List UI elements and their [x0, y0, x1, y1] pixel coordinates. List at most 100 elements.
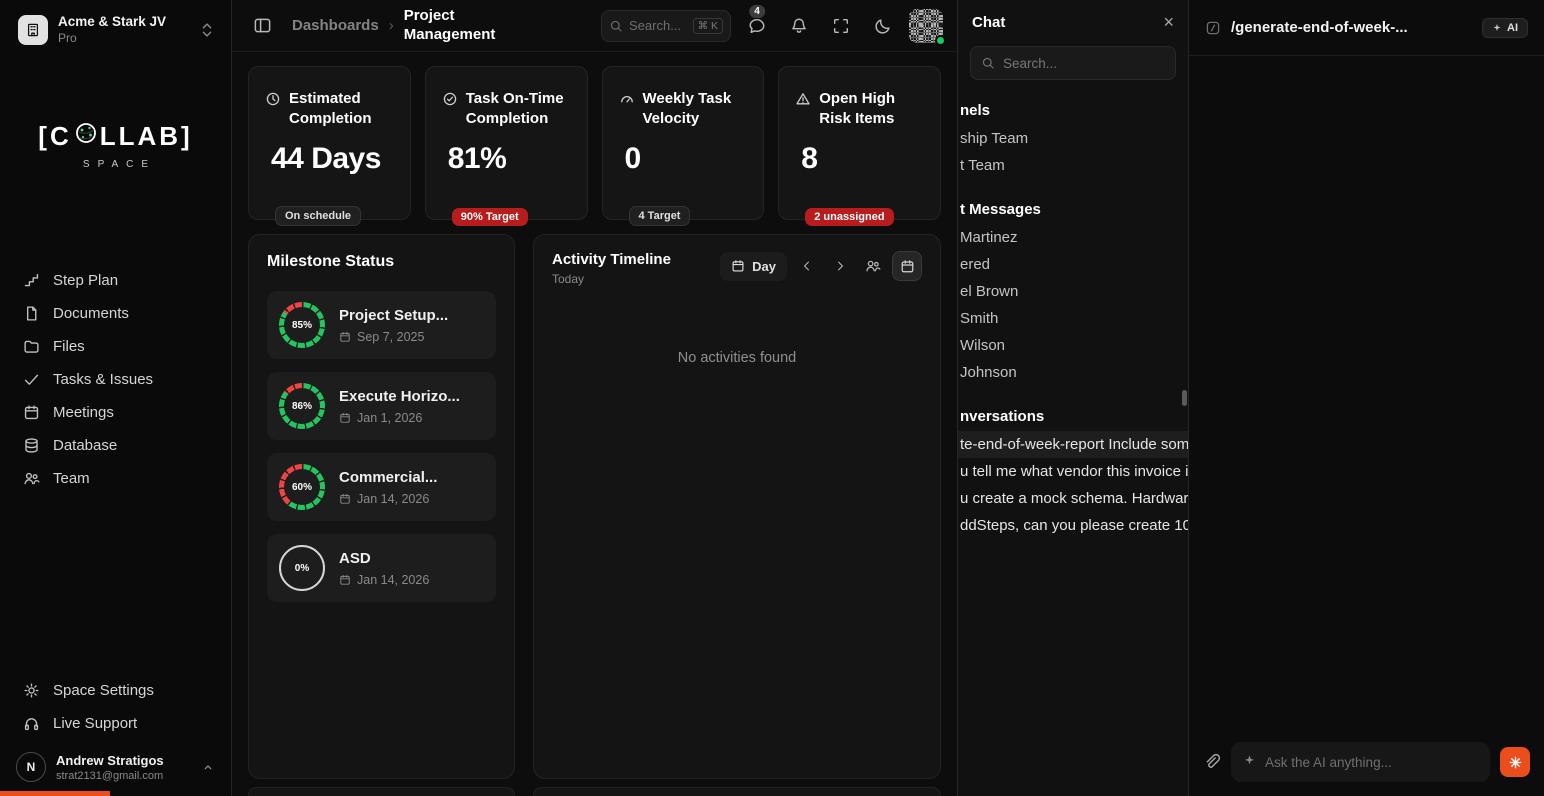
sidebar-footer: Space Settings Live Support N Andrew Str… — [0, 674, 231, 796]
chat-toggle-button[interactable]: 4 — [741, 10, 773, 42]
calendar-icon — [22, 404, 40, 421]
milestone-item[interactable]: 0% ASD Jan 14, 2026 — [267, 534, 496, 602]
range-day-button[interactable]: Day — [720, 252, 787, 281]
calendar-icon — [339, 331, 351, 343]
chat-dm-item[interactable]: ered — [958, 251, 1188, 278]
user-profile[interactable]: N Andrew Stratigos strat2131@gmail.com — [0, 740, 231, 796]
sidebar-item-label: Documents — [53, 305, 129, 322]
milestone-date: Sep 7, 2025 — [357, 330, 424, 344]
chat-dm-item[interactable]: el Brown — [958, 278, 1188, 305]
timeline-title: Activity Timeline — [552, 251, 671, 268]
workspace-switcher[interactable]: Acme & Stark JV Pro — [0, 0, 231, 55]
search-input[interactable] — [629, 18, 687, 33]
theme-toggle-button[interactable] — [867, 10, 899, 42]
progress-ring: 60% — [279, 464, 325, 510]
user-email: strat2131@gmail.com — [56, 770, 191, 782]
logo-subtitle: SPACE — [0, 159, 231, 170]
chat-dm-item[interactable]: Smith — [958, 305, 1188, 332]
chat-search[interactable] — [970, 46, 1176, 80]
status-badge: 4 Target — [629, 206, 691, 226]
stat-value: 8 — [795, 142, 924, 176]
folder-icon — [22, 338, 40, 355]
stat-card-estimated-completion: Estimated Completion 44 Days On schedule — [248, 66, 411, 220]
chat-section-header: nversations — [958, 402, 1188, 431]
user-avatar: N — [16, 752, 46, 782]
milestone-item[interactable]: 85% Project Setup... Sep 7, 2025 — [267, 291, 496, 359]
milestone-item[interactable]: 86% Execute Horizo... Jan 1, 2026 — [267, 372, 496, 440]
ai-prompt-input[interactable] — [1265, 755, 1478, 770]
sidebar: Acme & Stark JV Pro [C LLAB] SPACE Step … — [0, 0, 232, 796]
close-icon[interactable]: × — [1163, 13, 1174, 31]
sidebar-item-files[interactable]: Files — [0, 330, 231, 363]
chat-dm-item[interactable]: Martinez — [958, 224, 1188, 251]
breadcrumb-separator: › — [389, 17, 394, 34]
progress-ring: 86% — [279, 383, 325, 429]
sidebar-item-tasks-issues[interactable]: Tasks & Issues — [0, 363, 231, 396]
chat-list: nels ship Team t Team t Messages Martine… — [958, 90, 1188, 796]
chat-dm-item[interactable]: Johnson — [958, 359, 1188, 386]
sidebar-item-database[interactable]: Database — [0, 429, 231, 462]
chat-channel-item[interactable]: ship Team — [958, 125, 1188, 152]
sidebar-nav: Step Plan Documents Files Tasks & Issues… — [0, 264, 231, 495]
chat-channel-item[interactable]: t Team — [958, 152, 1188, 179]
app-root: Acme & Stark JV Pro [C LLAB] SPACE Step … — [0, 0, 1544, 796]
sidebar-item-meetings[interactable]: Meetings — [0, 396, 231, 429]
send-button[interactable] — [1500, 747, 1530, 777]
sidebar-item-label: Step Plan — [53, 272, 118, 289]
dashboard-content: Estimated Completion 44 Days On schedule… — [232, 52, 957, 796]
ai-input-field[interactable] — [1231, 742, 1490, 782]
panel-toggle-button[interactable] — [246, 10, 278, 42]
cutoff-card-right — [533, 787, 941, 796]
workspace-name: Acme & Stark JV — [58, 14, 191, 29]
progress-label: 60% — [284, 469, 320, 505]
milestone-name: ASD — [339, 550, 429, 567]
chat-conversation-item[interactable]: te-end-of-week-report Include some — [958, 431, 1188, 458]
fullscreen-button[interactable] — [825, 10, 857, 42]
timeline-subtitle: Today — [552, 272, 671, 286]
account-avatar[interactable] — [909, 9, 943, 43]
next-button[interactable] — [826, 253, 853, 280]
notifications-button[interactable] — [783, 10, 815, 42]
logo-left: [C — [38, 121, 71, 152]
chat-conversation-item[interactable]: u create a mock schema. Hardware as — [958, 485, 1188, 512]
milestone-item[interactable]: 60% Commercial... Jan 14, 2026 — [267, 453, 496, 521]
attendees-button[interactable] — [859, 253, 886, 280]
online-status-dot — [935, 35, 946, 46]
attachment-icon[interactable] — [1203, 753, 1221, 771]
sidebar-item-space-settings[interactable]: Space Settings — [0, 674, 231, 707]
workspace-selector-icon — [201, 21, 213, 39]
stat-value: 81% — [442, 142, 571, 176]
page-title: Project Management — [404, 7, 534, 45]
global-search[interactable]: ⌘ K — [601, 10, 731, 42]
chat-panel: Chat × nels ship Team t Team t Messages … — [957, 0, 1188, 796]
stat-card-weekly-velocity: Weekly Task Velocity 0 4 Target — [602, 66, 765, 220]
sidebar-item-live-support[interactable]: Live Support — [0, 707, 231, 740]
workspace-meta: Acme & Stark JV Pro — [58, 14, 191, 45]
collab-logo: [C LLAB] SPACE — [0, 121, 231, 170]
sidebar-item-documents[interactable]: Documents — [0, 297, 231, 330]
user-name: Andrew Stratigos — [56, 753, 191, 768]
stat-title: Open High Risk Items — [819, 89, 924, 128]
sidebar-item-step-plan[interactable]: Step Plan — [0, 264, 231, 297]
chat-unread-badge: 4 — [749, 5, 765, 18]
scrollbar-thumb[interactable] — [1182, 390, 1187, 406]
sidebar-item-team[interactable]: Team — [0, 462, 231, 495]
calendar-view-button[interactable] — [892, 251, 922, 281]
document-icon — [22, 305, 40, 322]
clock-icon — [265, 91, 281, 128]
chat-search-input[interactable] — [1003, 56, 1165, 71]
milestone-name: Commercial... — [339, 469, 437, 486]
progress-ring: 85% — [279, 302, 325, 348]
calendar-icon — [339, 493, 351, 505]
main-area: Dashboards › Project Management ⌘ K 4 — [232, 0, 957, 796]
chat-conversation-item[interactable]: u tell me what vendor this invoice is fr — [958, 458, 1188, 485]
chat-conversation-item[interactable]: ddSteps, can you please create 10 ste — [958, 512, 1188, 539]
globe-icon — [74, 121, 98, 152]
calendar-icon — [339, 412, 351, 424]
chat-section-header: t Messages — [958, 195, 1188, 224]
sidebar-item-label: Tasks & Issues — [53, 371, 153, 388]
breadcrumb[interactable]: Dashboards — [292, 17, 379, 34]
chat-dm-item[interactable]: Wilson — [958, 332, 1188, 359]
prev-button[interactable] — [793, 253, 820, 280]
milestone-date: Jan 14, 2026 — [357, 492, 429, 506]
